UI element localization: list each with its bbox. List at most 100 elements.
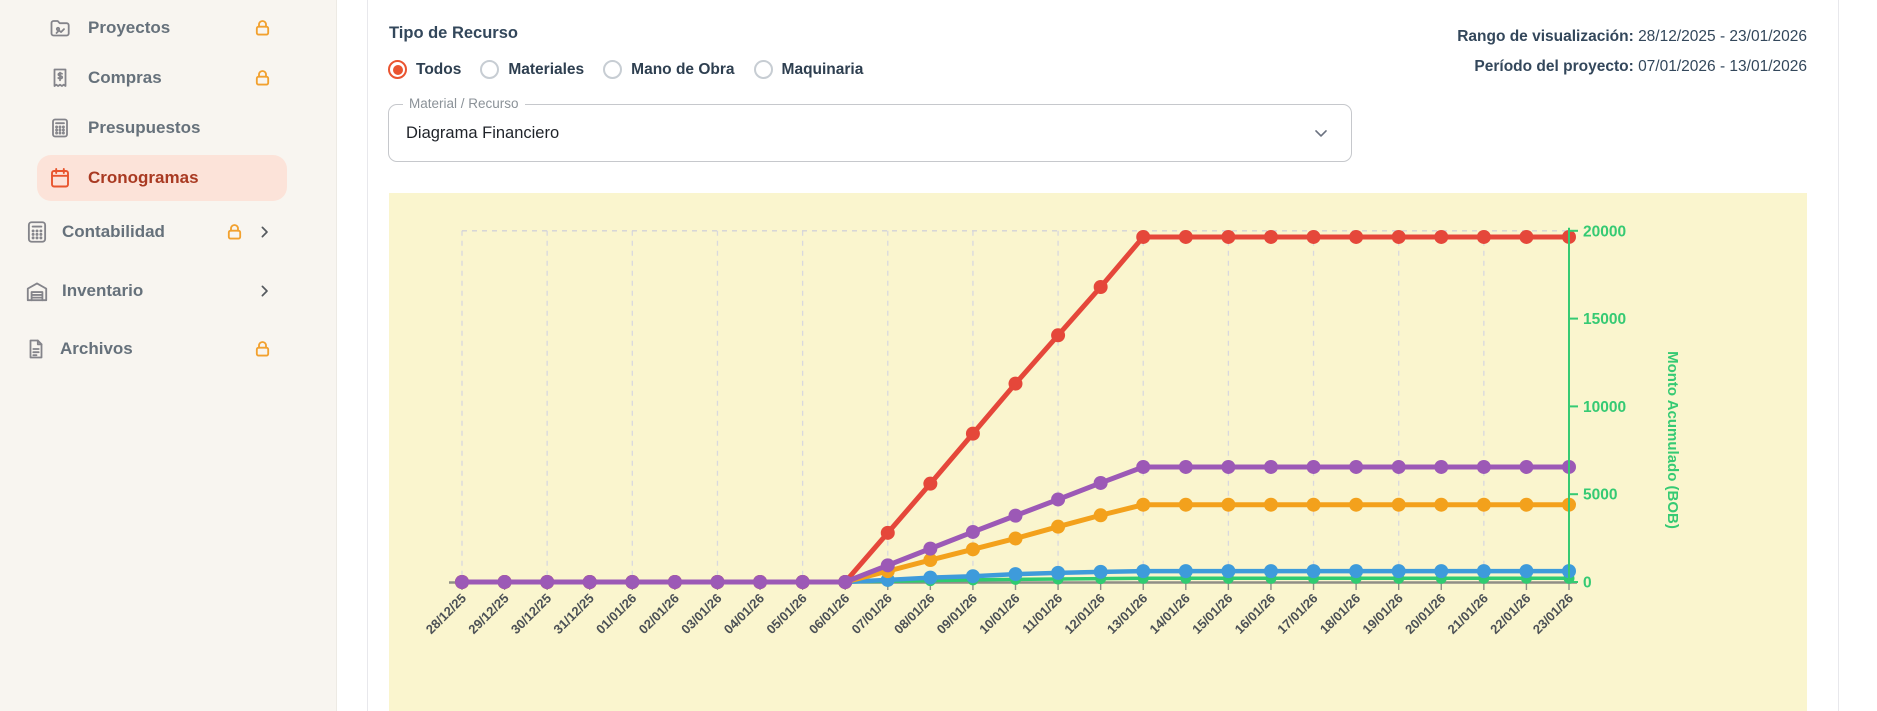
radio-unselected-icon[interactable] bbox=[480, 60, 499, 79]
data-point bbox=[1179, 460, 1193, 474]
material-resource-select[interactable]: Material / Recurso Diagrama Financiero bbox=[388, 104, 1352, 162]
svg-text:20000: 20000 bbox=[1583, 223, 1626, 240]
data-point bbox=[1519, 230, 1533, 244]
data-point bbox=[710, 575, 724, 589]
data-point bbox=[1221, 498, 1235, 512]
data-point bbox=[583, 575, 597, 589]
data-point bbox=[1051, 492, 1065, 506]
data-point bbox=[1307, 230, 1321, 244]
svg-text:20/01/26: 20/01/26 bbox=[1402, 591, 1448, 637]
project-period-label: Período del proyecto: bbox=[1474, 58, 1633, 75]
financial-diagram-chart[interactable]: 28/12/2529/12/2530/12/2531/12/2501/01/26… bbox=[389, 193, 1807, 711]
radio-materiales[interactable]: Materiales bbox=[480, 60, 584, 79]
svg-text:10000: 10000 bbox=[1583, 399, 1626, 416]
date-info: Rango de visualización: 28/12/2025 - 23/… bbox=[1457, 22, 1807, 82]
visualization-range: Rango de visualización: 28/12/2025 - 23/… bbox=[1457, 22, 1807, 52]
sidebar-item-inventario[interactable]: Inventario bbox=[20, 268, 287, 314]
material-resource-select-value: Diagrama Financiero bbox=[406, 105, 559, 161]
resource-type-radio-group: Todos Materiales Mano de Obra Maquinaria bbox=[388, 60, 863, 79]
data-point bbox=[1009, 377, 1023, 391]
lock-icon bbox=[252, 18, 273, 39]
radio-todos[interactable]: Todos bbox=[388, 60, 461, 79]
sidebar-item-label: Contabilidad bbox=[62, 222, 165, 242]
data-point bbox=[1136, 564, 1150, 578]
data-point bbox=[1392, 230, 1406, 244]
data-point bbox=[966, 427, 980, 441]
radio-label: Materiales bbox=[508, 61, 584, 79]
resource-type-label: Tipo de Recurso bbox=[389, 24, 518, 43]
svg-text:5000: 5000 bbox=[1583, 487, 1617, 504]
data-point bbox=[455, 575, 469, 589]
data-point bbox=[1434, 564, 1448, 578]
sidebar-item-compras[interactable]: Compras bbox=[37, 55, 287, 101]
data-point bbox=[923, 571, 937, 585]
radio-unselected-icon[interactable] bbox=[603, 60, 622, 79]
svg-text:05/01/26: 05/01/26 bbox=[763, 591, 809, 637]
project-period-value: 07/01/2026 - 13/01/2026 bbox=[1638, 58, 1807, 75]
lock-icon bbox=[252, 68, 273, 89]
chevron-down-icon bbox=[1311, 123, 1331, 143]
svg-text:06/01/26: 06/01/26 bbox=[806, 591, 852, 637]
svg-text:29/12/25: 29/12/25 bbox=[465, 591, 511, 637]
visualization-range-value: 28/12/2025 - 23/01/2026 bbox=[1638, 28, 1807, 45]
radio-label: Todos bbox=[416, 61, 461, 79]
data-point bbox=[966, 542, 980, 556]
svg-text:21/01/26: 21/01/26 bbox=[1445, 591, 1491, 637]
calculator-icon bbox=[24, 219, 50, 245]
data-point bbox=[1094, 565, 1108, 579]
sidebar-item-contabilidad[interactable]: Contabilidad bbox=[20, 209, 287, 255]
radio-unselected-icon[interactable] bbox=[754, 60, 773, 79]
data-point bbox=[1434, 230, 1448, 244]
sidebar-item-label: Cronogramas bbox=[88, 168, 199, 188]
svg-text:09/01/26: 09/01/26 bbox=[934, 591, 980, 637]
radio-mano-de-obra[interactable]: Mano de Obra bbox=[603, 60, 734, 79]
sidebar-item-label: Proyectos bbox=[88, 18, 170, 38]
sidebar-item-proyectos[interactable]: Proyectos bbox=[37, 5, 287, 51]
data-point bbox=[881, 526, 895, 540]
svg-text:23/01/26: 23/01/26 bbox=[1530, 591, 1576, 637]
svg-text:04/01/26: 04/01/26 bbox=[721, 591, 767, 637]
data-point bbox=[1307, 564, 1321, 578]
data-point bbox=[1349, 460, 1363, 474]
svg-text:13/01/26: 13/01/26 bbox=[1104, 591, 1150, 637]
svg-text:31/12/25: 31/12/25 bbox=[550, 591, 596, 637]
visualization-range-label: Rango de visualización: bbox=[1457, 28, 1634, 45]
data-point bbox=[1264, 460, 1278, 474]
radio-label: Maquinaria bbox=[782, 61, 864, 79]
svg-text:17/01/26: 17/01/26 bbox=[1274, 591, 1320, 637]
chart-gridlines bbox=[462, 231, 1569, 582]
data-point bbox=[1009, 531, 1023, 545]
sidebar: Proyectos Compras Presupuestos Cronogramas C… bbox=[0, 0, 337, 711]
data-point bbox=[923, 542, 937, 556]
radio-maquinaria[interactable]: Maquinaria bbox=[754, 60, 864, 79]
data-point bbox=[1264, 564, 1278, 578]
warehouse-icon bbox=[24, 278, 50, 304]
svg-text:12/01/26: 12/01/26 bbox=[1061, 591, 1107, 637]
sidebar-item-label: Archivos bbox=[60, 339, 133, 359]
data-point bbox=[1009, 509, 1023, 523]
data-point bbox=[1477, 230, 1491, 244]
receipt-icon bbox=[48, 66, 72, 90]
calendar-icon bbox=[48, 166, 72, 190]
data-point bbox=[1179, 564, 1193, 578]
data-point bbox=[1519, 498, 1533, 512]
svg-text:30/12/25: 30/12/25 bbox=[508, 591, 554, 637]
data-point bbox=[1051, 520, 1065, 534]
sidebar-item-cronogramas[interactable]: Cronogramas bbox=[37, 155, 287, 201]
svg-text:15/01/26: 15/01/26 bbox=[1189, 591, 1235, 637]
folder-icon bbox=[48, 16, 72, 40]
radio-selected-icon[interactable] bbox=[388, 60, 407, 79]
data-point bbox=[1136, 498, 1150, 512]
sidebar-item-label: Presupuestos bbox=[88, 118, 200, 138]
data-point bbox=[838, 575, 852, 589]
data-point bbox=[966, 525, 980, 539]
data-point bbox=[1221, 230, 1235, 244]
data-point bbox=[1392, 498, 1406, 512]
lock-icon bbox=[224, 222, 245, 243]
data-point bbox=[1519, 460, 1533, 474]
data-point bbox=[1221, 460, 1235, 474]
data-point bbox=[1307, 460, 1321, 474]
sidebar-item-presupuestos[interactable]: Presupuestos bbox=[37, 105, 287, 151]
sidebar-item-archivos[interactable]: Archivos bbox=[20, 326, 287, 372]
data-point bbox=[1264, 230, 1278, 244]
